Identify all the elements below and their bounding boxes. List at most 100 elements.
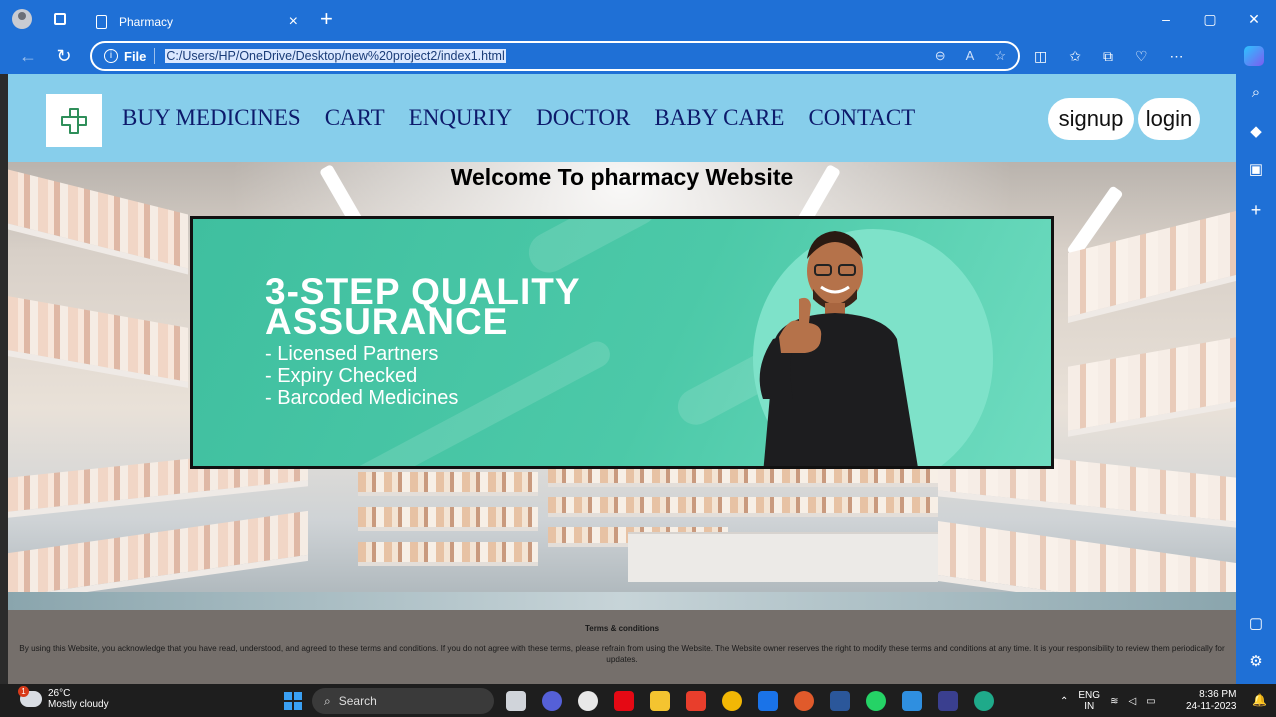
vscode-icon[interactable]: [902, 691, 922, 711]
nav-links: BUY MEDICINES CART ENQURIY DOCTOR BABY C…: [122, 105, 915, 131]
weather-text: 26°C Mostly cloudy: [48, 688, 109, 710]
nav-cart[interactable]: CART: [325, 105, 385, 131]
sidebar-add-icon[interactable]: +: [1236, 200, 1276, 221]
nav-contact[interactable]: CONTACT: [808, 105, 915, 131]
favorite-star-icon[interactable]: ☆: [994, 48, 1006, 64]
chrome-icon[interactable]: [722, 691, 742, 711]
address-actions: ⊖ A ☆: [935, 48, 1006, 64]
lang: ENG: [1078, 690, 1101, 701]
tab-pharmacy[interactable]: Pharmacy ×: [88, 6, 306, 38]
sidebar-panel-icon[interactable]: ▢: [1236, 614, 1276, 632]
edge-icon[interactable]: [974, 691, 994, 711]
read-aloud-icon[interactable]: A: [966, 48, 975, 64]
system-tray: ⌃ ENG IN ≋ ◁ ▭: [1060, 690, 1156, 712]
nav-enquiry[interactable]: ENQURIY: [409, 105, 513, 131]
site-navbar: BUY MEDICINES CART ENQURIY DOCTOR BABY C…: [8, 74, 1236, 162]
browser-tabstrip: Pharmacy × + – ▢ ✕: [0, 0, 1276, 38]
web-page: BUY MEDICINES CART ENQURIY DOCTOR BABY C…: [8, 74, 1236, 684]
edge-sidebar: ⌕ ◆ ▣ + ▢ ⚙: [1236, 74, 1276, 684]
clock-date: 24-11-2023: [1186, 701, 1237, 712]
banner-decoration: [521, 219, 665, 280]
counter: [628, 532, 938, 582]
login-button[interactable]: login: [1138, 98, 1200, 140]
favorites-icon[interactable]: ✩: [1069, 48, 1081, 65]
address-separator: [154, 48, 156, 64]
minimize-button[interactable]: –: [1144, 0, 1188, 38]
clock-time: 8:36 PM: [1199, 689, 1237, 700]
nav-buy-medicines[interactable]: BUY MEDICINES: [122, 105, 301, 131]
shelf: [358, 507, 538, 531]
shelf: [358, 542, 538, 566]
wifi-icon[interactable]: ≋: [1110, 696, 1118, 707]
teams-icon[interactable]: [542, 691, 562, 711]
nav-doctor[interactable]: DOCTOR: [536, 105, 630, 131]
maximize-button[interactable]: ▢: [1188, 0, 1232, 38]
weather-condition: Mostly cloudy: [48, 699, 109, 710]
banner-bullets: - Licensed Partners - Expiry Checked - B…: [265, 343, 458, 409]
window-controls: – ▢ ✕: [1144, 0, 1276, 38]
weather-widget[interactable]: 1 26°C Mostly cloudy: [18, 686, 109, 710]
refresh-icon[interactable]: ↻: [46, 46, 82, 67]
notification-icon[interactable]: 🔔: [1252, 693, 1267, 707]
shelf: [1068, 337, 1236, 437]
sidebar-copilot-icon[interactable]: ◆: [1236, 122, 1276, 140]
cloudy-weather-icon: 1: [18, 686, 42, 707]
quality-banner: 3-STEP QUALITY ASSURANCE - Licensed Part…: [190, 216, 1054, 469]
language-indicator[interactable]: ENG IN: [1078, 690, 1100, 712]
health-icon[interactable]: ♡: [1135, 48, 1148, 65]
site-footer: Terms & conditions By using this Website…: [8, 610, 1236, 684]
copilot-icon[interactable]: [1244, 46, 1264, 66]
nav-baby-care[interactable]: BABY CARE: [654, 105, 784, 131]
region: IN: [1084, 701, 1095, 712]
word-icon[interactable]: [830, 691, 850, 711]
tab-title: Pharmacy: [119, 15, 174, 29]
more-options-icon[interactable]: ⋯: [1170, 48, 1184, 65]
medical-cross-icon: [61, 107, 87, 134]
address-url[interactable]: C:/Users/HP/OneDrive/Desktop/new%20proje…: [165, 49, 506, 63]
weather-badge: 1: [18, 686, 29, 697]
shelf: [548, 467, 938, 487]
dev-app-icon[interactable]: [938, 691, 958, 711]
battery-icon[interactable]: ▭: [1146, 696, 1155, 707]
sidebar-search-icon[interactable]: ⌕: [1236, 84, 1276, 101]
workspaces-icon[interactable]: [54, 13, 66, 25]
signup-button[interactable]: signup: [1048, 98, 1134, 140]
split-screen-icon[interactable]: ◫: [1034, 48, 1047, 65]
file-explorer-icon[interactable]: [650, 691, 670, 711]
shelf: [548, 497, 938, 517]
close-window-button[interactable]: ✕: [1232, 0, 1276, 38]
tab-close-icon[interactable]: ×: [289, 13, 298, 31]
windows-taskbar: 1 26°C Mostly cloudy ⌕ Search ⌃ ENG IN ≋…: [0, 684, 1276, 717]
toolbar-icons: ◫ ✩ ⧉ ♡ ⋯: [1034, 48, 1184, 65]
sidebar-settings-icon[interactable]: ⚙: [1236, 652, 1276, 670]
banner-bullet: - Licensed Partners: [265, 343, 439, 365]
task-view-icon[interactable]: [506, 691, 526, 711]
search-icon: ⌕: [324, 693, 331, 708]
clock[interactable]: 8:36 PM 24-11-2023: [1186, 689, 1236, 713]
taskbar-search-label: Search: [338, 694, 377, 708]
info-icon[interactable]: i: [104, 49, 118, 63]
new-tab-button[interactable]: +: [320, 8, 333, 30]
volume-icon[interactable]: ◁: [1128, 696, 1136, 707]
back-arrow-icon[interactable]: ←: [10, 46, 46, 67]
tray-chevron-icon[interactable]: ⌃: [1060, 696, 1068, 707]
netflix-icon[interactable]: [614, 691, 634, 711]
app-icon[interactable]: [794, 691, 814, 711]
zoom-icon[interactable]: ⊖: [935, 48, 946, 64]
terms-text: By using this Website, you acknowledge t…: [19, 644, 1225, 664]
taskbar-search[interactable]: ⌕ Search: [312, 688, 494, 714]
shelf: [8, 296, 188, 388]
address-bar[interactable]: i File C:/Users/HP/OneDrive/Desktop/new%…: [90, 41, 1020, 71]
profile-avatar-icon[interactable]: [12, 9, 32, 29]
whatsapp-icon[interactable]: [866, 691, 886, 711]
mail-icon[interactable]: [758, 691, 778, 711]
chat-icon[interactable]: [578, 691, 598, 711]
page-icon: [96, 15, 107, 29]
welcome-heading: Welcome To pharmacy Website: [450, 164, 794, 190]
address-scheme: File: [124, 48, 147, 64]
sidebar-outlook-icon[interactable]: ▣: [1236, 160, 1276, 178]
pharmacy-logo[interactable]: [46, 94, 102, 147]
app-icon[interactable]: [686, 691, 706, 711]
windows-start-icon[interactable]: [284, 692, 302, 710]
collections-icon[interactable]: ⧉: [1103, 48, 1113, 65]
